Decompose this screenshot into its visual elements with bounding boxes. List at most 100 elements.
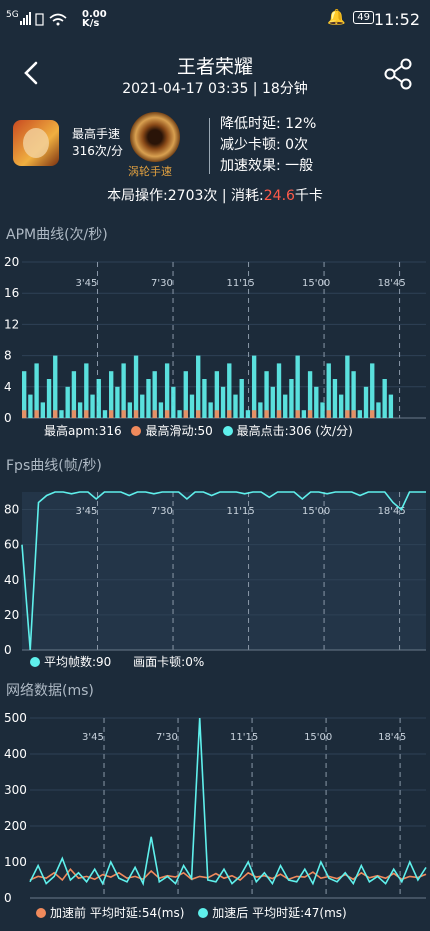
game-icon [13, 120, 59, 166]
y-tick-label: 200 [4, 819, 27, 833]
bar-最高点击 [115, 386, 120, 418]
y-tick-label: 20 [4, 255, 19, 269]
bar-最高滑动 [307, 410, 313, 418]
signal-wifi-icon [20, 12, 67, 26]
summary-energy-unit: 千卡 [294, 188, 323, 204]
bar-最高点击 [177, 410, 182, 418]
bar-最高滑动 [264, 410, 269, 418]
bar-最高滑动 [22, 410, 27, 418]
bar-最高点击 [332, 379, 338, 418]
bar-最高滑动 [214, 410, 220, 418]
bar-最高点击 [233, 394, 238, 418]
max-speed-value: 316次/分 [72, 144, 123, 158]
legend-dot-icon [36, 908, 46, 918]
bar-最高点击 [227, 363, 232, 418]
summary-ops: 本局操作:2703次 | 消耗: [107, 188, 264, 204]
bar-最高滑动 [164, 410, 170, 418]
bar-最高滑动 [276, 410, 282, 418]
bar-最高滑动 [227, 410, 232, 418]
bar-最高点击 [251, 355, 257, 418]
x-tick-label: 11'15 [230, 732, 258, 743]
effect-latency: 降低时延: 12% [220, 116, 317, 132]
y-tick-label: 16 [4, 286, 19, 300]
net-legend-after: 加速后 平均时延:47(ms) [212, 906, 347, 920]
bar-最高滑动 [196, 410, 201, 418]
bar-最高点击 [96, 379, 101, 418]
effect-stutter: 减少卡顿: 0次 [220, 137, 309, 153]
bar-最高点击 [127, 402, 133, 418]
bar-最高滑动 [183, 410, 188, 418]
max-speed-label: 最高手速 [72, 127, 121, 141]
bar-最高滑动 [345, 410, 350, 418]
bar-最高点击 [363, 386, 369, 418]
clock: 11:52 [373, 10, 420, 29]
summary-energy: 24.6 [263, 188, 295, 204]
bar-最高滑动 [34, 410, 39, 418]
bar-最高点击 [314, 386, 319, 418]
y-tick-label: 12 [4, 317, 19, 331]
bar-最高点击 [121, 363, 126, 418]
x-tick-label: 15'00 [302, 506, 330, 517]
y-tick-label: 300 [4, 783, 27, 797]
badge-label: 涡轮手速 [128, 165, 172, 178]
net-speed: 0.00 K/s [82, 10, 107, 29]
x-tick-label: 18'45 [378, 732, 406, 743]
bar-最高点击 [320, 402, 325, 418]
bar-最高点击 [171, 386, 176, 418]
bar-最高点击 [46, 379, 52, 418]
bar-最高滑动 [84, 410, 89, 418]
fps-legend-stutter: 画面卡顿:0% [133, 655, 205, 669]
apm-legend-tap: 最高点击:306 (次/分) [236, 424, 353, 438]
apm-legend: 最高apm:316 最高滑动:50 最高点击:306 (次/分) [44, 422, 353, 439]
y-tick-label: 0 [4, 411, 12, 422]
max-speed: 最高手速 316次/分 [72, 126, 123, 160]
bar-最高点击 [84, 363, 89, 418]
bar-最高点击 [357, 410, 362, 418]
y-tick-label: 0 [4, 891, 12, 902]
bar-最高点击 [158, 402, 164, 418]
bar-最高点击 [283, 394, 288, 418]
bar-最高点击 [295, 355, 300, 418]
signal-indicator: 5G [6, 10, 19, 20]
bar-最高点击 [133, 355, 139, 418]
x-tick-label: 15'00 [302, 278, 330, 289]
share-icon[interactable] [384, 58, 414, 90]
net-chart: 500 400 300 200 100 0 3'45 7'30 11'15 15'00 18'45 [4, 711, 427, 902]
legend-dot-icon [222, 426, 233, 436]
bar-最高点击 [34, 363, 39, 418]
bar-最高点击 [276, 363, 282, 418]
y-tick-label: 80 [4, 503, 19, 517]
apm-chart: 20 16 12 8 4 0 3'45 7'30 11'15 15'00 18'45 [4, 255, 426, 422]
bar-最高点击 [338, 394, 344, 418]
bar-最高滑动 [121, 410, 126, 418]
x-tick-label: 11'15 [227, 278, 255, 289]
session-summary: 本局操作:2703次 | 消耗:24.6千卡 [0, 185, 430, 205]
bar-最高点击 [164, 363, 170, 418]
battery-level: 49 [353, 11, 374, 24]
bar-最高点击 [301, 410, 307, 418]
legend-dot-icon [30, 657, 40, 667]
bar-最高点击 [196, 355, 201, 418]
effect-overall: 加速效果: 一般 [220, 158, 314, 174]
bar-最高滑动 [295, 410, 300, 418]
divider [209, 118, 210, 174]
net-title: 网络数据(ms) [6, 683, 94, 699]
bar-最高点击 [208, 402, 213, 418]
bar-最高点击 [326, 363, 331, 418]
bar-最高滑动 [71, 410, 77, 418]
bar-最高点击 [376, 402, 381, 418]
x-tick-label: 7'30 [156, 732, 178, 743]
y-tick-label: 60 [4, 538, 19, 552]
bar-最高点击 [388, 394, 394, 418]
y-tick-label: 0 [4, 643, 12, 654]
bar-最高点击 [289, 379, 294, 418]
acceleration-effects: 降低时延: 12% 减少卡顿: 0次 加速效果: 一般 [220, 114, 316, 177]
net-speed-unit: K/s [82, 18, 100, 29]
bar-最高点击 [345, 355, 350, 418]
x-tick-label: 15'00 [304, 732, 332, 743]
x-tick-label: 18'45 [378, 278, 406, 289]
fps-chart: 8060402003'45 7'30 11'15 15'00 18'45 [4, 491, 426, 654]
turbo-badge-icon [130, 112, 180, 162]
bar-最高点击 [270, 386, 275, 418]
bar-最高滑动 [370, 410, 375, 418]
